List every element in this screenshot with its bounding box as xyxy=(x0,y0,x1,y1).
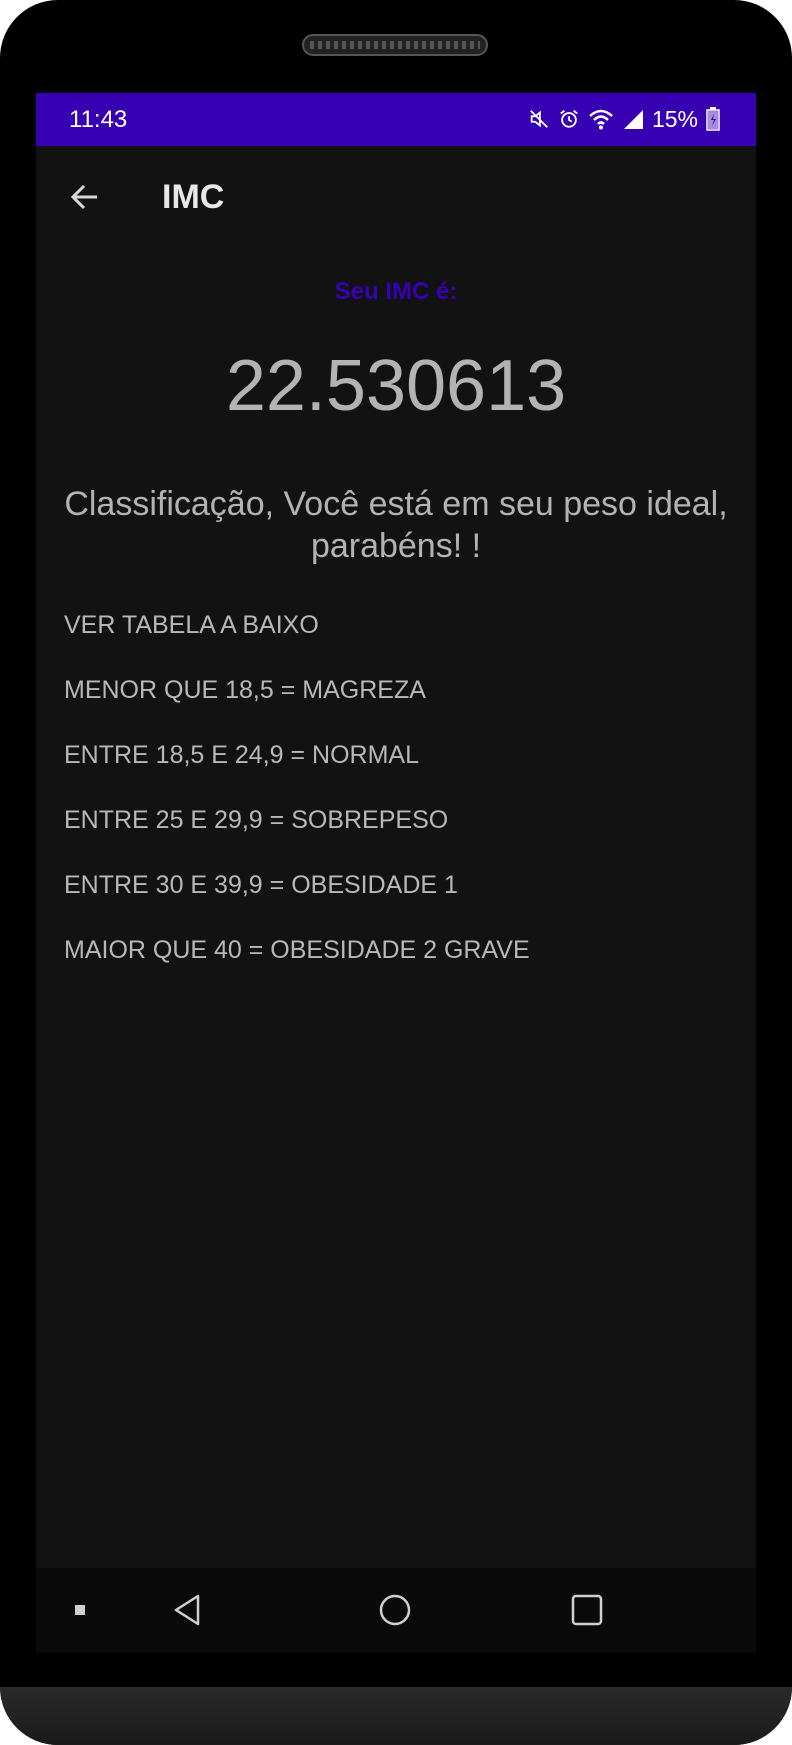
table-line: ENTRE 25 E 29,9 = SOBREPESO xyxy=(64,806,449,834)
navigation-bar xyxy=(36,1568,756,1653)
classification-text: Classificação, Você está em seu peso ide… xyxy=(64,485,728,565)
status-icons: 15% xyxy=(528,105,720,133)
nav-home-button[interactable] xyxy=(370,1585,420,1635)
signal-icon xyxy=(623,110,643,129)
recents-dot-icon xyxy=(75,1605,85,1615)
table-line: ENTRE 18,5 E 24,9 = NORMAL xyxy=(64,741,420,769)
recents-dot-button[interactable] xyxy=(60,1590,100,1630)
back-triangle-icon xyxy=(174,1594,200,1626)
imc-label: Seu IMC é: xyxy=(334,278,458,305)
phone-frame: 11:43 15% IMC Seu IMC é: 22.530613 Class… xyxy=(0,0,792,1745)
nav-overview-button[interactable] xyxy=(562,1585,612,1635)
back-button[interactable] xyxy=(60,172,110,222)
table-line: MENOR QUE 18,5 = MAGREZA xyxy=(64,676,426,704)
status-bar: 11:43 15% xyxy=(36,93,756,146)
overview-square-icon xyxy=(571,1594,603,1626)
speaker-grille xyxy=(302,34,488,56)
page-title: IMC xyxy=(162,178,225,216)
imc-table: VER TABELA A BAIXO MENOR QUE 18,5 = MAGR… xyxy=(64,610,724,1000)
phone-chin xyxy=(0,1687,792,1745)
wifi-icon xyxy=(589,109,613,130)
table-line: MAIOR QUE 40 = OBESIDADE 2 GRAVE xyxy=(64,936,530,964)
home-circle-icon xyxy=(379,1594,411,1626)
app-toolbar: IMC xyxy=(36,146,756,250)
mute-icon xyxy=(530,110,548,128)
alarm-icon xyxy=(560,110,578,128)
app-screen: 11:43 15% IMC Seu IMC é: 22.530613 Class… xyxy=(36,93,756,1653)
arrow-left-icon xyxy=(70,184,97,210)
imc-value: 22.530613 xyxy=(225,346,567,426)
table-line: ENTRE 30 E 39,9 = OBESIDADE 1 xyxy=(64,871,458,899)
table-line: VER TABELA A BAIXO xyxy=(64,611,319,639)
status-time: 11:43 xyxy=(69,106,128,133)
battery-percent: 15% xyxy=(651,105,698,132)
nav-back-button[interactable] xyxy=(162,1585,212,1635)
battery-charging-icon xyxy=(706,107,720,131)
